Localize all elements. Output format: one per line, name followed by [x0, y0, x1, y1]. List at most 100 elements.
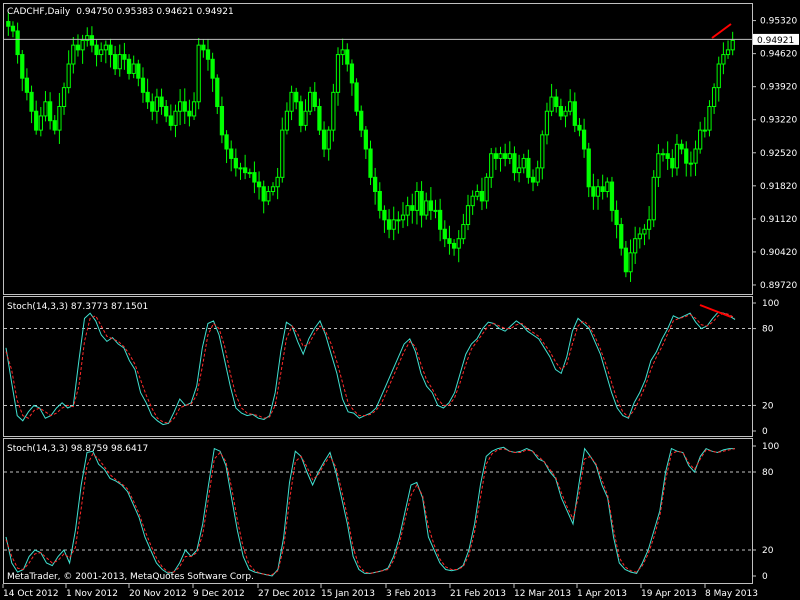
- candle-body: [428, 200, 433, 211]
- stoch1-panel-frame: [3, 296, 753, 437]
- candle: [698, 121, 703, 154]
- candle-body: [289, 91, 294, 112]
- candle-body: [108, 44, 113, 56]
- candle: [252, 161, 257, 194]
- candle: [312, 82, 317, 112]
- candle: [331, 83, 336, 142]
- candle-body: [43, 101, 48, 117]
- candle-body: [651, 176, 656, 221]
- candle: [354, 78, 359, 116]
- candle: [215, 74, 220, 115]
- candle: [711, 83, 717, 114]
- candle: [71, 36, 76, 74]
- candle: [716, 56, 721, 102]
- candle-body: [219, 106, 225, 136]
- x-tick-label: 27 Dec 2012: [258, 589, 316, 599]
- candle: [66, 50, 71, 94]
- candle: [526, 149, 531, 184]
- candle-body: [122, 54, 127, 60]
- candle: [317, 98, 322, 136]
- candle: [182, 88, 187, 124]
- candle: [535, 160, 540, 187]
- candle-body: [61, 87, 67, 108]
- candle: [707, 100, 712, 137]
- candle-body: [29, 91, 34, 112]
- candle: [201, 39, 206, 58]
- candle-body: [516, 167, 522, 174]
- candle-body: [484, 176, 489, 202]
- candle-body: [317, 106, 322, 131]
- candle-body: [266, 190, 271, 202]
- y-tick-label: 0: [762, 427, 768, 437]
- candle-body: [702, 129, 707, 132]
- candle-body: [730, 39, 735, 51]
- y-tick-label: 20: [762, 546, 774, 556]
- y-tick-label: 0.91820: [760, 182, 797, 192]
- x-tick-label: 21 Feb 2013: [450, 589, 506, 599]
- candle: [558, 98, 564, 121]
- candle-body: [224, 134, 229, 150]
- x-tick-label: 19 Apr 2013: [641, 589, 697, 599]
- candle: [159, 88, 164, 115]
- candle: [219, 96, 225, 144]
- candle: [656, 144, 661, 187]
- candle: [256, 171, 262, 200]
- candle: [349, 59, 355, 96]
- candle-body: [637, 233, 642, 240]
- candle: [479, 177, 485, 211]
- candle-body: [312, 91, 317, 108]
- candle-body: [131, 63, 136, 74]
- candle: [164, 99, 169, 123]
- x-tick-label: 14 Oct 2012: [3, 589, 59, 599]
- candle: [651, 170, 656, 228]
- candle-body: [363, 129, 368, 150]
- x-tick-label: 3 Feb 2013: [386, 589, 436, 599]
- candle: [414, 182, 420, 225]
- stoch2-title: Stoch(14,3,3) 98.8759 98.6417: [7, 444, 148, 454]
- candle: [451, 239, 457, 256]
- candle-body: [503, 153, 508, 159]
- candle-body: [424, 200, 429, 216]
- candle: [503, 143, 508, 167]
- candle-body: [280, 129, 285, 178]
- candle-body: [526, 157, 531, 178]
- candle: [391, 206, 396, 241]
- candle: [465, 194, 471, 231]
- candle: [196, 37, 201, 110]
- candle: [57, 92, 62, 144]
- candle-body: [66, 63, 71, 89]
- candle-body: [126, 58, 132, 74]
- y-tick-label: 80: [762, 468, 774, 478]
- candle: [238, 162, 243, 180]
- candle: [122, 42, 127, 70]
- candle-body: [544, 110, 550, 136]
- candle-body: [284, 110, 290, 131]
- candle-body: [489, 153, 494, 178]
- candle-body: [442, 228, 447, 240]
- candle-body: [577, 124, 582, 131]
- candle-body: [145, 91, 150, 103]
- y-tick-label: 80: [762, 325, 774, 335]
- candle-body: [20, 54, 25, 79]
- candle: [373, 167, 378, 205]
- candle: [308, 86, 313, 116]
- candle: [396, 211, 401, 234]
- candle: [126, 54, 132, 80]
- stoch-signal-line: [5, 312, 736, 424]
- candle: [210, 52, 215, 92]
- candle-body: [707, 106, 712, 131]
- x-tick-label: 9 Dec 2012: [193, 589, 245, 599]
- candle: [103, 40, 108, 64]
- candle-body: [368, 148, 373, 178]
- y-axis-labels: 0.95320 0.94620 0.93920 0.93220 0.92520 0.918…: [752, 17, 797, 291]
- candle: [145, 78, 150, 109]
- chart-canvas: 10080200 10080200 0.953200.946200.939200…: [2, 3, 799, 599]
- candle-body: [646, 219, 652, 230]
- candle: [438, 198, 443, 242]
- candle-body: [600, 186, 605, 192]
- candle: [563, 106, 568, 128]
- x-tick-label: 1 Nov 2012: [66, 589, 118, 599]
- candle: [289, 85, 294, 121]
- candle: [484, 173, 489, 209]
- candle: [614, 200, 619, 239]
